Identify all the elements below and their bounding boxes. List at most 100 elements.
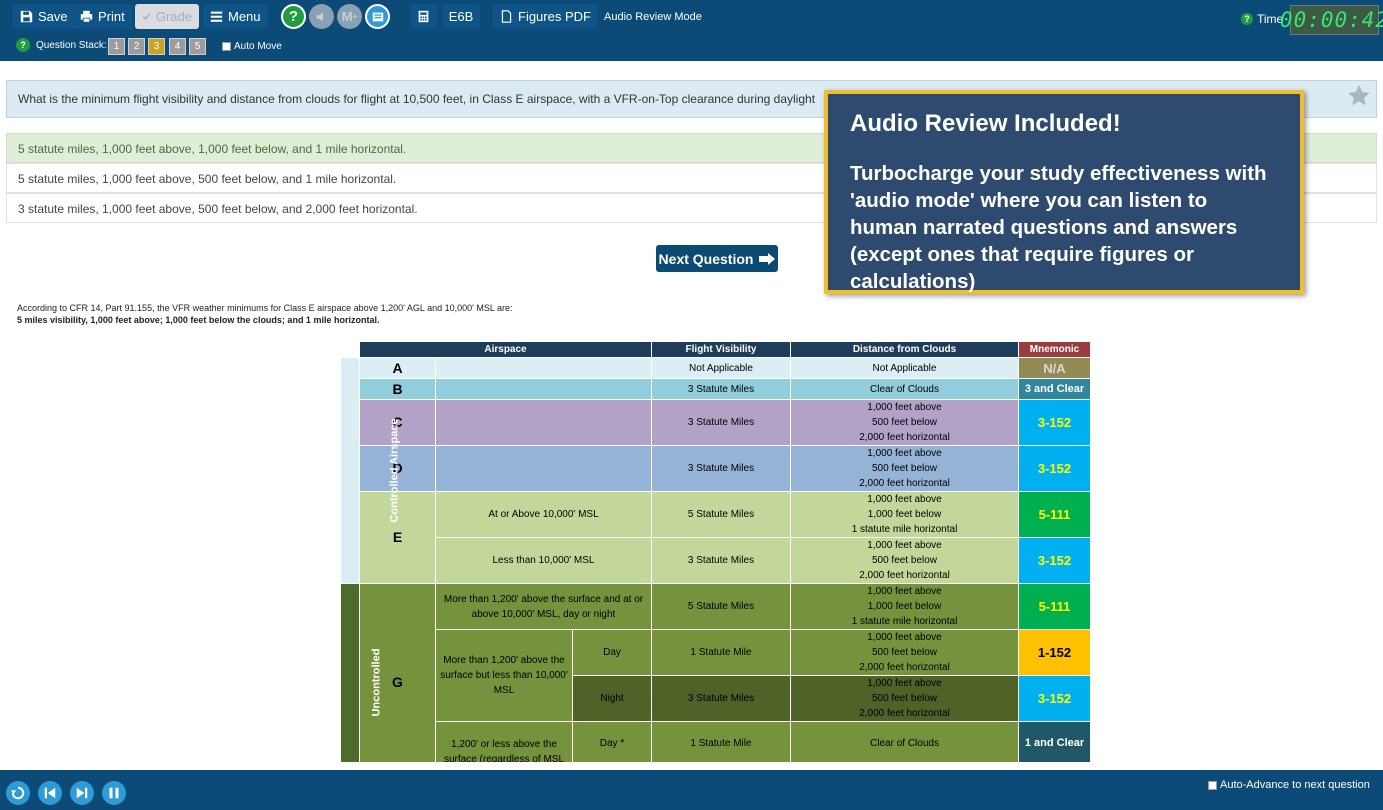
stack-help-icon[interactable]: ? xyxy=(16,38,30,52)
header-visibility: Flight Visibility xyxy=(651,341,791,358)
class-e2-clouds: 1,000 feet above 500 feet below 2,000 feet… xyxy=(790,537,1019,584)
class-b-clouds: Clear of Clouds xyxy=(790,378,1019,400)
figures-label: Figures PDF xyxy=(518,9,591,24)
restart-button[interactable] xyxy=(6,781,30,805)
class-b-vis: 3 Statute Miles xyxy=(651,378,791,400)
class-g2-clouds: 1,000 feet above 500 feet below 2,000 feet… xyxy=(790,629,1019,676)
class-a-clouds: Not Applicable xyxy=(790,357,1019,379)
class-e2-mnemonic: 3-152 xyxy=(1018,537,1090,584)
auto-advance-label: Auto-Advance to next question xyxy=(1220,779,1370,791)
class-b-mnemonic: 3 and Clear xyxy=(1018,378,1090,400)
print-icon xyxy=(80,10,93,23)
hamburger-icon xyxy=(210,11,223,22)
class-g4-sub: Day * xyxy=(572,721,652,762)
class-e1-clouds: 1,000 feet above 1,000 feet below 1 statut… xyxy=(790,491,1019,538)
next-question-label: Next Question xyxy=(658,250,754,267)
previous-button[interactable] xyxy=(38,781,62,805)
question-stack-label: Question Stack: xyxy=(36,40,107,51)
calculator-button[interactable] xyxy=(410,4,438,29)
next-question-button[interactable]: Next Question xyxy=(656,245,778,272)
class-b: B xyxy=(359,378,436,400)
stack-item-5[interactable]: 5 xyxy=(189,38,206,55)
timer-display: 00:00:42 xyxy=(1280,5,1383,35)
class-e1-vis: 5 Statute Miles xyxy=(651,491,791,538)
class-d-vis: 3 Statute Miles xyxy=(651,445,791,492)
figures-pdf-button[interactable]: Figures PDF xyxy=(493,4,598,29)
class-g4-clouds: Clear of Clouds xyxy=(790,721,1019,762)
audio-review-callout: Audio Review Included! Turbocharge your … xyxy=(824,90,1304,294)
auto-advance-checkbox[interactable] xyxy=(1208,780,1217,790)
class-a-mnemonic: N/A xyxy=(1018,357,1090,379)
callout-body: Turbocharge your study effectiveness wit… xyxy=(850,162,1267,293)
save-button[interactable]: Save xyxy=(13,4,75,29)
bookmark-star-icon[interactable] xyxy=(1347,84,1371,108)
skip-forward-icon xyxy=(76,787,88,799)
mute-button[interactable] xyxy=(309,4,334,29)
explanation-line-1: According to CFR 14, Part 91.155, the VF… xyxy=(17,303,513,313)
class-g1-clouds: 1,000 feet above 1,000 feet below 1 statut… xyxy=(790,583,1019,630)
speaker-mute-icon xyxy=(316,12,323,21)
header-clouds: Distance from Clouds xyxy=(790,341,1019,358)
pdf-icon xyxy=(501,10,512,23)
class-g2-desc: More than 1,200' above the surface but l… xyxy=(435,629,573,722)
grade-label: Grade xyxy=(155,9,192,24)
stack-item-4[interactable]: 4 xyxy=(169,38,186,55)
class-a: A xyxy=(359,357,436,379)
class-e2-desc: Less than 10,000' MSL xyxy=(435,537,652,584)
header-mnemonic: Mnemonic xyxy=(1018,341,1090,358)
mode-label: Audio Review Mode xyxy=(604,11,702,23)
menu-button[interactable]: Menu xyxy=(203,4,268,29)
class-g2-sub: Day xyxy=(572,629,652,676)
class-g3-vis: 3 Statute Miles xyxy=(651,675,791,722)
top-toolbar: Save Print Grade Menu ? M + E6B Figures P… xyxy=(0,0,1383,61)
auto-advance-toggle[interactable]: Auto-Advance to next question xyxy=(1208,779,1370,791)
class-e1-desc: At or Above 10,000' MSL xyxy=(435,491,652,538)
memory-button[interactable]: M + xyxy=(337,4,362,29)
auto-move-checkbox[interactable] xyxy=(222,42,231,51)
stack-item-3[interactable]: 3 xyxy=(148,38,165,55)
explanation: According to CFR 14, Part 91.155, the VF… xyxy=(17,302,513,326)
class-g1-desc: More than 1,200' above the surface and a… xyxy=(435,583,652,630)
pause-icon xyxy=(109,787,119,799)
class-c-clouds: 1,000 feet above 500 feet below 2,000 feet… xyxy=(790,399,1019,446)
save-icon xyxy=(20,10,33,23)
bottom-toolbar: Auto-Advance to next question xyxy=(0,770,1383,810)
stack-item-1[interactable]: 1 xyxy=(108,38,125,55)
notes-button[interactable] xyxy=(365,4,390,29)
header-airspace: Airspace xyxy=(359,341,652,358)
notes-icon xyxy=(372,12,383,21)
arrow-right-icon xyxy=(759,252,776,265)
time-label-group: ? Time xyxy=(1241,12,1283,26)
class-e2-vis: 3 Statute Miles xyxy=(651,537,791,584)
next-button[interactable] xyxy=(70,781,94,805)
class-a-desc xyxy=(435,357,652,379)
class-c-desc xyxy=(435,399,652,446)
e6b-button[interactable]: E6B xyxy=(442,4,480,29)
class-g2-mnemonic: 1-152 xyxy=(1018,629,1090,676)
class-g1-vis: 5 Statute Miles xyxy=(651,583,791,630)
auto-move-toggle[interactable]: Auto Move xyxy=(222,41,282,52)
time-help-icon[interactable]: ? xyxy=(1241,13,1253,25)
pause-button[interactable] xyxy=(102,781,126,805)
help-button[interactable]: ? xyxy=(281,4,306,29)
check-icon xyxy=(142,13,151,20)
class-c-vis: 3 Statute Miles xyxy=(651,399,791,446)
auto-move-label: Auto Move xyxy=(234,41,282,52)
corner-cell xyxy=(340,341,360,358)
grade-button[interactable]: Grade xyxy=(135,4,199,29)
skip-back-icon xyxy=(44,787,56,799)
class-g4-vis: 1 Statute Mile xyxy=(651,721,791,762)
class-g3-mnemonic: 3-152 xyxy=(1018,675,1090,722)
class-g1-mnemonic: 5-111 xyxy=(1018,583,1090,630)
class-g4-mnemonic: 1 and Clear xyxy=(1018,721,1090,762)
class-g4-desc: 1,200' or less above the surface (regard… xyxy=(435,721,573,762)
class-c-mnemonic: 3-152 xyxy=(1018,399,1090,446)
stack-item-2[interactable]: 2 xyxy=(128,38,145,55)
calculator-icon xyxy=(418,10,429,23)
memory-label: M xyxy=(341,9,353,24)
print-button[interactable]: Print xyxy=(73,4,132,29)
class-d-clouds: 1,000 feet above 500 feet below 2,000 feet… xyxy=(790,445,1019,492)
class-g2-vis: 1 Statute Mile xyxy=(651,629,791,676)
class-d-desc xyxy=(435,445,652,492)
class-a-vis: Not Applicable xyxy=(651,357,791,379)
